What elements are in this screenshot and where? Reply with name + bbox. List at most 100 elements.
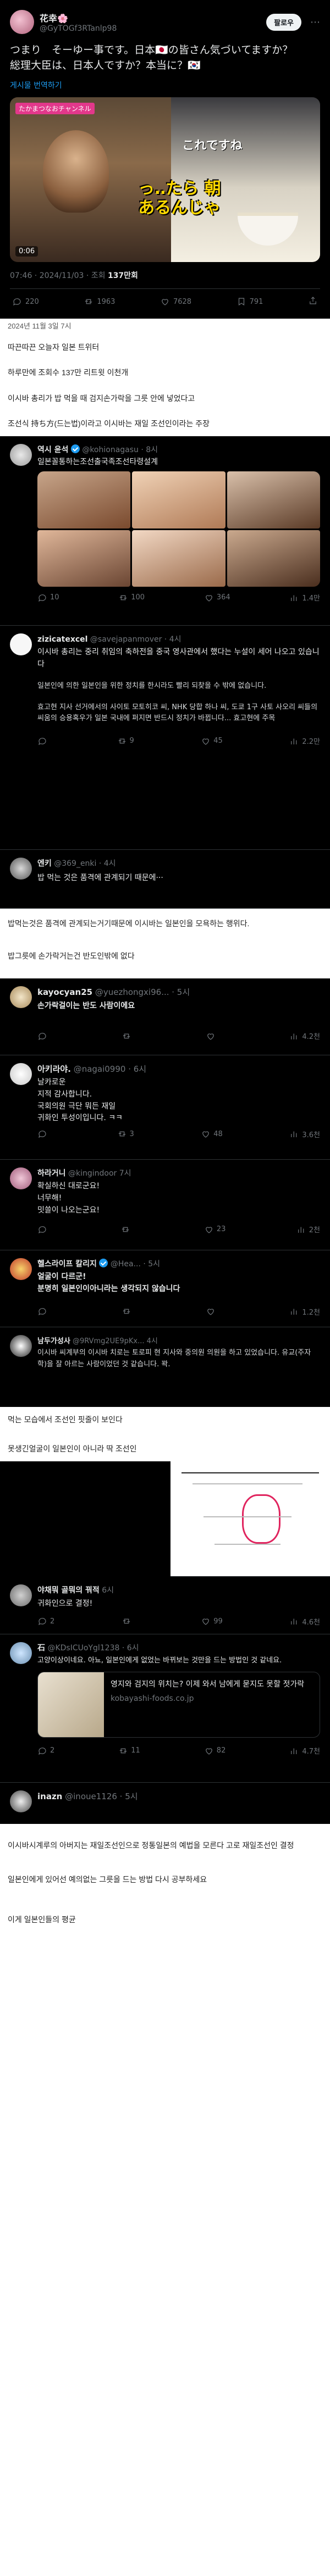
bar-chart-icon xyxy=(291,1618,297,1625)
views-button[interactable]: 4.6천 xyxy=(289,1616,320,1627)
image-attachment[interactable] xyxy=(170,1461,330,1577)
views-button[interactable]: 2천 xyxy=(296,1224,320,1234)
like-button[interactable] xyxy=(206,1306,218,1317)
retweet-button[interactable]: 11 xyxy=(118,1745,140,1756)
commentary-block-2: 밥먹는것은 품격에 관계되는거기때문에 이시바는 일본인을 모욕하는 행위다. … xyxy=(0,909,330,978)
like-button[interactable]: 364 xyxy=(204,592,230,603)
author-handle[interactable]: @GyTOGf3RTanlp98 xyxy=(40,24,261,33)
reply-avatar[interactable] xyxy=(10,633,32,656)
like-button[interactable]: 45 xyxy=(201,736,223,746)
views-button[interactable]: 4.2천 xyxy=(289,1031,320,1041)
reply-handle[interactable]: @yuezhongxi96... · 5시 xyxy=(95,987,190,997)
video-player[interactable]: たかまつなおチャンネル 0:06 っ‥たら 朝 あるんじゃ これですね xyxy=(10,97,320,263)
views-button[interactable]: 2.2만 xyxy=(289,736,320,746)
reply-button[interactable]: 2 xyxy=(37,1616,54,1627)
reply-button[interactable] xyxy=(37,1031,50,1041)
share-button[interactable] xyxy=(308,296,318,308)
like-button[interactable]: 48 xyxy=(201,1129,223,1139)
reply-avatar[interactable] xyxy=(10,1335,32,1357)
reply-handle[interactable]: @Hea... · 5시 xyxy=(111,1260,160,1268)
retweet-button[interactable] xyxy=(122,1031,134,1041)
reply-button[interactable] xyxy=(37,1129,50,1139)
reply-button[interactable]: 2 xyxy=(37,1745,54,1756)
reply-avatar[interactable] xyxy=(10,1063,32,1086)
main-tweet: 花幸🌸 @GyTOGf3RTanlp98 팔로우 ⋯ つまり そーゆー事です。日… xyxy=(0,0,330,319)
reply-avatar[interactable] xyxy=(10,1790,32,1812)
link-card[interactable]: 영지와 검지의 위치는? 이제 와서 남에게 묻지도 못할 젓가락 kobaya… xyxy=(37,1672,320,1738)
views-button[interactable]: 4.7천 xyxy=(289,1745,320,1756)
reply-button[interactable]: 220 xyxy=(12,296,39,308)
tweet-timestamp[interactable]: 07:46 · 2024/11/03 · 조회 xyxy=(10,271,106,280)
reply-display-name[interactable]: 헬스라이프 칼리지 xyxy=(37,1260,97,1268)
retweet-button[interactable] xyxy=(120,1224,133,1234)
reply-avatar[interactable] xyxy=(10,1167,32,1190)
reply-display-name[interactable]: 야채뭐 골뭐의 꿔적 xyxy=(37,1586,100,1595)
reply-display-name[interactable]: inazn xyxy=(37,1791,62,1801)
reply-handle[interactable]: @KDsICUoYgl1238 · 6시 xyxy=(47,1644,139,1653)
retweet-button[interactable] xyxy=(122,1306,134,1317)
reply-avatar[interactable] xyxy=(10,858,32,880)
reply-item[interactable]: inazn @inoue1126 · 5시 xyxy=(0,1783,330,1824)
more-icon[interactable]: ⋯ xyxy=(310,16,320,28)
reply-handle[interactable]: @369_enki · 4시 xyxy=(54,859,116,868)
reply-button[interactable] xyxy=(37,1224,50,1234)
reply-item[interactable]: 하라거니 @kingindoor 7시 확실하신 대로군요! 너무해! 밋쓸이 … xyxy=(0,1160,330,1251)
retweet-count: 3 xyxy=(129,1130,134,1138)
reply-button[interactable]: 10 xyxy=(37,592,59,603)
reply-item[interactable]: kayocyan25 @yuezhongxi96... · 5시 손가락걸이는 … xyxy=(0,978,330,1056)
author-avatar[interactable] xyxy=(10,10,34,34)
meme-image-grid[interactable] xyxy=(37,471,320,587)
reply-display-name[interactable]: zizicatexcel xyxy=(37,635,87,644)
like-button[interactable]: 23 xyxy=(204,1224,226,1234)
bookmark-button[interactable]: 791 xyxy=(237,296,263,308)
reply-item[interactable]: 아키라야. @nagai0990 · 6시 날카로운 지적 감사합니다. 국회의… xyxy=(0,1055,330,1160)
author-display-name[interactable]: 花幸🌸 xyxy=(40,11,261,24)
reply-avatar[interactable] xyxy=(10,986,32,1009)
reply-handle[interactable]: @inoue1126 · 5시 xyxy=(65,1791,138,1801)
reply-item[interactable]: 石 @KDsICUoYgl1238 · 6시 고양이상이네요. 아뇨, 일본인에… xyxy=(0,1634,330,1783)
reply-display-name[interactable]: kayocyan25 xyxy=(37,987,92,997)
meme-image xyxy=(227,530,320,587)
reply-display-name[interactable]: 하라거니 xyxy=(37,1169,66,1178)
reply-button[interactable] xyxy=(37,736,50,746)
like-button[interactable]: 99 xyxy=(201,1616,223,1627)
like-button[interactable] xyxy=(206,1031,218,1041)
reply-avatar[interactable] xyxy=(10,1258,32,1281)
reply-handle[interactable]: 6시 xyxy=(102,1586,114,1595)
reply-item[interactable]: 헬스라이프 칼리지 @Hea... · 5시 얼굴이 다르군! 분명히 일본인이… xyxy=(0,1250,330,1328)
like-button[interactable]: 82 xyxy=(204,1745,226,1756)
views-button[interactable]: 3.6천 xyxy=(289,1129,320,1139)
follow-button[interactable]: 팔로우 xyxy=(266,13,301,31)
reply-display-name[interactable]: 石 xyxy=(37,1644,45,1653)
views-button[interactable]: 1.4만 xyxy=(289,592,320,603)
like-count: 82 xyxy=(216,1746,226,1755)
views-count: 4.7천 xyxy=(302,1748,320,1756)
reply-avatar[interactable] xyxy=(10,1584,32,1606)
reply-display-name[interactable]: 아키라야. xyxy=(37,1064,71,1074)
reply-display-name[interactable]: 역시 윤석 xyxy=(37,446,68,454)
reply-handle[interactable]: @savejapanmover · 4시 xyxy=(90,635,182,644)
retweet-button[interactable] xyxy=(122,1616,134,1627)
reply-action-bar: 9 45 2.2만 xyxy=(37,736,320,746)
reply-handle[interactable]: @nagai0990 · 6시 xyxy=(74,1064,146,1074)
reply-button[interactable] xyxy=(37,1306,50,1317)
retweet-button[interactable]: 9 xyxy=(117,736,134,746)
reply-item[interactable]: 남두가성사 @9RVmg2UE9pKx... 4시 이시바 씨계부의 이시바 치… xyxy=(0,1327,330,1407)
retweet-button[interactable]: 3 xyxy=(117,1129,134,1139)
translate-link[interactable]: 게시물 번역하기 xyxy=(10,80,320,91)
reply-handle[interactable]: @kingindoor 7시 xyxy=(68,1169,131,1178)
reply-action-bar: 3 48 3.6천 xyxy=(37,1129,320,1139)
retweet-icon xyxy=(123,1033,130,1038)
retweet-button[interactable]: 1963 xyxy=(84,296,115,308)
views-button[interactable]: 1.2천 xyxy=(289,1306,320,1317)
reply-avatar[interactable] xyxy=(10,1642,32,1664)
reply-avatar[interactable] xyxy=(10,444,32,466)
reply-handle[interactable]: @9RVmg2UE9pKx... 4시 xyxy=(73,1337,158,1345)
reply-display-name[interactable]: 엔키 xyxy=(37,859,52,868)
retweet-button[interactable]: 100 xyxy=(118,592,145,603)
like-button[interactable]: 7628 xyxy=(160,296,191,308)
reply-text: 귀화인으로 결정! xyxy=(37,1599,93,1608)
reply-item[interactable]: 야채뭐 골뭐의 꿔적 6시 귀화인으로 결정! 2 99 4.6천 xyxy=(0,1577,330,1634)
reply-handle[interactable]: @kohionagasu · 8시 xyxy=(82,446,158,454)
reply-display-name[interactable]: 남두가성사 xyxy=(37,1337,70,1345)
